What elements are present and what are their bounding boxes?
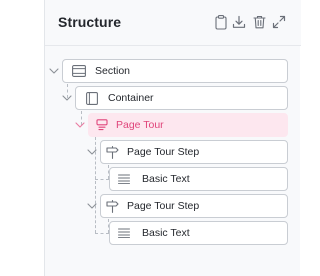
tree-node-page-tour-step[interactable]: Page Tour Step	[100, 140, 288, 164]
signpost-icon	[105, 145, 119, 159]
tree-node-label: Section	[95, 65, 131, 77]
tree-node-page-tour[interactable]: Page Tour	[88, 113, 288, 137]
tree-node-container[interactable]: Container	[75, 86, 288, 110]
tree-node-label: Basic Text	[142, 173, 190, 185]
tree-node-label: Page Tour Step	[127, 146, 200, 158]
chevron-down-icon[interactable]	[86, 146, 98, 158]
section-icon	[72, 64, 86, 78]
tree-node-label: Page Tour Step	[127, 200, 200, 212]
container-icon	[85, 91, 99, 105]
tree-connector	[95, 233, 109, 234]
chevron-down-icon[interactable]	[61, 92, 73, 104]
tree-node-basic-text[interactable]: Basic Text	[109, 167, 288, 191]
structure-tree: Section Container Page Tour Page Tour St…	[0, 0, 300, 276]
chevron-down-icon[interactable]	[74, 119, 86, 131]
tree-node-page-tour-step[interactable]: Page Tour Step	[100, 194, 288, 218]
text-lines-icon	[117, 226, 131, 240]
tree-node-label: Container	[108, 92, 154, 104]
tree-node-label: Page Tour	[116, 119, 164, 131]
chevron-down-icon[interactable]	[48, 65, 60, 77]
tree-node-section[interactable]: Section	[62, 59, 288, 83]
text-lines-icon	[117, 172, 131, 186]
tree-connector	[95, 179, 109, 180]
signpost-icon	[105, 199, 119, 213]
tree-node-label: Basic Text	[142, 227, 190, 239]
chevron-down-icon[interactable]	[86, 200, 98, 212]
page-tour-icon	[95, 118, 109, 132]
tree-node-basic-text[interactable]: Basic Text	[109, 221, 288, 245]
